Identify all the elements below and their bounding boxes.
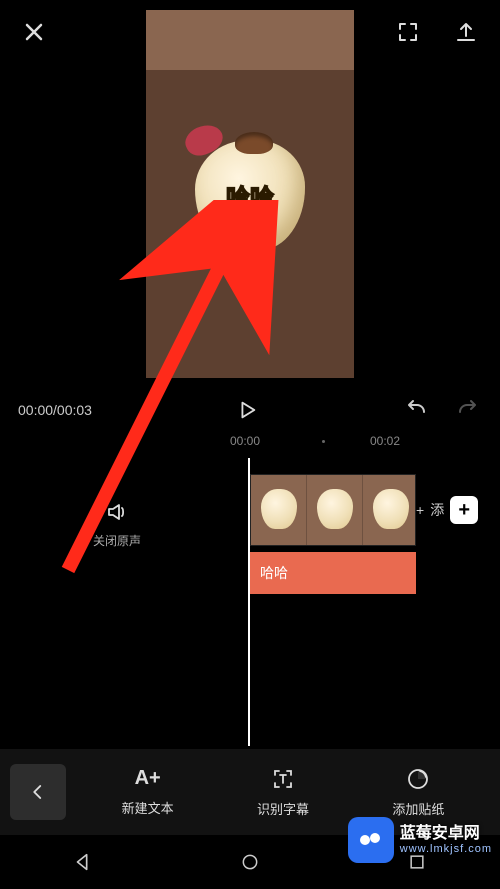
circle-home-icon — [240, 852, 260, 872]
redo-icon — [456, 398, 480, 422]
recognize-subtitle-button[interactable]: 识别字幕 — [257, 767, 309, 818]
ruler-mark: 00:00 — [230, 434, 260, 448]
preview-caption-text: 哈哈 — [146, 178, 354, 213]
mute-label: 关闭原声 — [93, 532, 141, 549]
triangle-back-icon — [72, 851, 94, 873]
undo-button[interactable] — [402, 396, 430, 424]
nav-recent-button[interactable] — [403, 848, 431, 876]
timecode-display: 00:00/00:03 — [18, 402, 92, 418]
tool-label: 添加贴纸 — [392, 799, 444, 818]
close-button[interactable] — [20, 18, 48, 46]
clip-thumbnail — [363, 475, 416, 545]
toolbar-back-button[interactable] — [10, 764, 66, 820]
text-clip-label: 哈哈 — [260, 563, 288, 583]
plus-icon: + — [450, 496, 478, 524]
timeline-area: 关闭原声 哈哈 + 添 + — [0, 458, 500, 618]
square-recent-icon — [407, 852, 427, 872]
new-text-icon: A+ — [135, 767, 161, 790]
speaker-icon — [105, 500, 129, 524]
chevron-left-icon — [29, 783, 47, 801]
undo-icon — [404, 398, 428, 422]
scan-text-icon — [271, 767, 295, 791]
export-button[interactable] — [452, 18, 480, 46]
close-icon — [22, 20, 46, 44]
tool-label: 新建文本 — [122, 798, 174, 817]
add-text: 添 — [430, 500, 444, 520]
play-button[interactable] — [233, 396, 261, 424]
clip-thumbnail — [307, 475, 363, 545]
fullscreen-icon — [396, 20, 420, 44]
timeline-ruler[interactable]: 00:00 00:02 — [0, 430, 500, 454]
sticker-icon — [406, 767, 430, 791]
play-icon — [236, 399, 258, 421]
add-sticker-button[interactable]: 添加贴纸 — [392, 767, 444, 818]
add-prefix: + — [416, 502, 424, 518]
add-clip-button[interactable]: + 添 + — [416, 474, 500, 546]
tool-label: 识别字幕 — [257, 799, 309, 818]
preview-area[interactable]: 哈哈 — [146, 10, 354, 378]
redo-button[interactable] — [454, 396, 482, 424]
mute-original-audio-button[interactable]: 关闭原声 — [0, 488, 234, 560]
system-nav-bar — [0, 835, 500, 889]
text-clip[interactable]: 哈哈 — [250, 552, 416, 594]
nav-back-button[interactable] — [69, 848, 97, 876]
bottom-toolbar: A+ 新建文本 识别字幕 添加贴纸 — [0, 749, 500, 835]
ruler-dot — [322, 440, 325, 443]
export-icon — [454, 20, 478, 44]
new-text-button[interactable]: A+ 新建文本 — [122, 767, 174, 818]
fullscreen-button[interactable] — [394, 18, 422, 46]
playback-controls: 00:00/00:03 — [0, 386, 500, 434]
video-clip[interactable] — [250, 474, 416, 546]
ruler-mark: 00:02 — [370, 434, 400, 448]
nav-home-button[interactable] — [236, 848, 264, 876]
clip-thumbnail — [251, 475, 307, 545]
